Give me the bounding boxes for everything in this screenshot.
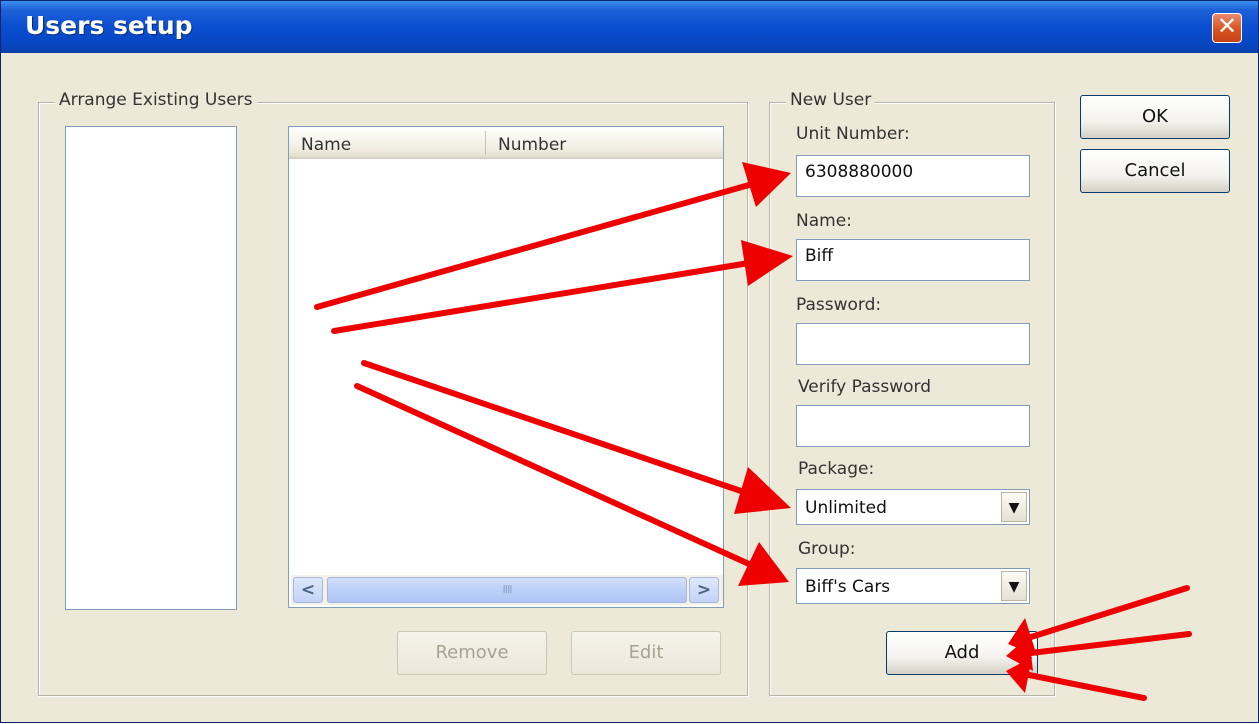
password-label: Password: <box>796 295 882 315</box>
users-setup-dialog: Users setup ✕ Arrange Existing Users Nam… <box>0 0 1259 723</box>
group-selected-value: Biff's Cars <box>805 577 891 597</box>
chevron-down-icon[interactable]: ▼ <box>1001 492 1027 522</box>
unit-number-label: Unit Number: <box>796 124 910 144</box>
password-field[interactable] <box>796 323 1030 365</box>
user-order-list[interactable] <box>65 126 237 610</box>
package-label: Package: <box>798 459 875 479</box>
arrange-existing-users-group: Arrange Existing Users Name Number < III… <box>38 90 748 696</box>
scroll-left-icon[interactable]: < <box>293 577 323 603</box>
close-icon: ✕ <box>1216 12 1238 40</box>
arrange-existing-users-legend: Arrange Existing Users <box>55 90 257 110</box>
column-header-number[interactable]: Number <box>486 127 721 157</box>
title-bar[interactable]: Users setup ✕ <box>1 1 1258 53</box>
list-header: Name Number <box>289 127 723 159</box>
verify-password-label: Verify Password <box>798 377 932 397</box>
package-select[interactable]: Unlimited ▼ <box>796 489 1030 525</box>
chevron-down-icon[interactable]: ▼ <box>1001 571 1027 601</box>
edit-button[interactable]: Edit <box>571 631 721 675</box>
name-field[interactable]: Biff <box>796 239 1030 281</box>
scroll-thumb[interactable]: IIII <box>327 577 687 603</box>
unit-number-field[interactable]: 6308880000 <box>796 155 1030 197</box>
window-title: Users setup <box>25 11 193 40</box>
close-button[interactable]: ✕ <box>1212 12 1242 43</box>
new-user-group: New User Unit Number: 6308880000 Name: B… <box>769 90 1055 696</box>
new-user-legend: New User <box>786 90 876 110</box>
add-button[interactable]: Add <box>886 631 1038 675</box>
group-select[interactable]: Biff's Cars ▼ <box>796 568 1030 604</box>
horizontal-scrollbar[interactable]: < IIII > <box>291 575 723 605</box>
verify-password-field[interactable] <box>796 405 1030 447</box>
cancel-button[interactable]: Cancel <box>1080 149 1230 193</box>
package-selected-value: Unlimited <box>805 498 887 518</box>
column-header-name[interactable]: Name <box>289 127 485 157</box>
ok-button[interactable]: OK <box>1080 95 1230 139</box>
remove-button[interactable]: Remove <box>397 631 547 675</box>
users-list-view[interactable]: Name Number < IIII > <box>288 126 724 608</box>
name-label: Name: <box>796 211 852 231</box>
scroll-right-icon[interactable]: > <box>689 577 719 603</box>
group-label: Group: <box>798 539 856 559</box>
